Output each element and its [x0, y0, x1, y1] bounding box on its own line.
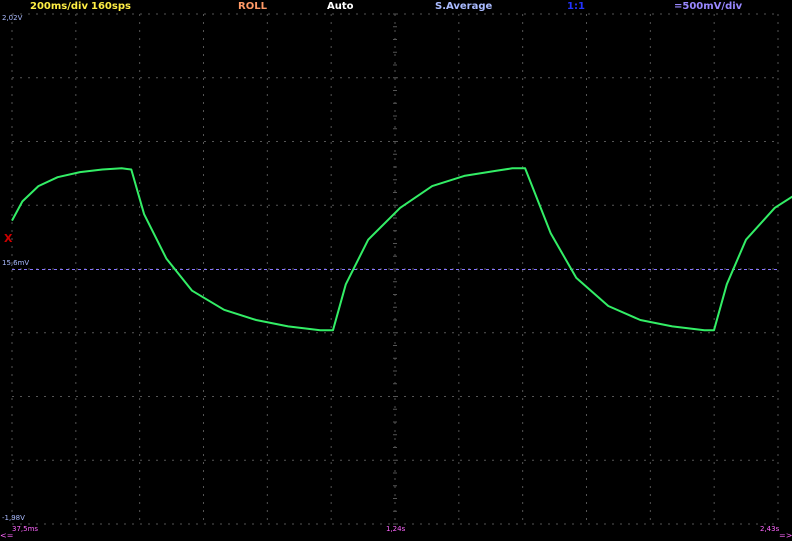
- signal-trace: [11, 167, 792, 332]
- scroll-right-arrow[interactable]: =>: [779, 531, 792, 540]
- top-voltage-label: 2,02V: [2, 14, 23, 22]
- time-center-label: 1,24s: [386, 525, 406, 533]
- scope-screen[interactable]: [0, 0, 792, 541]
- time-right-label: 2,43s: [760, 525, 780, 533]
- time-left-label: 37,5ms: [12, 525, 39, 533]
- level-voltage-label: 15,6mV: [2, 259, 30, 267]
- bottom-voltage-label: -1,98V: [2, 514, 25, 522]
- cursor-marker[interactable]: X: [4, 233, 12, 244]
